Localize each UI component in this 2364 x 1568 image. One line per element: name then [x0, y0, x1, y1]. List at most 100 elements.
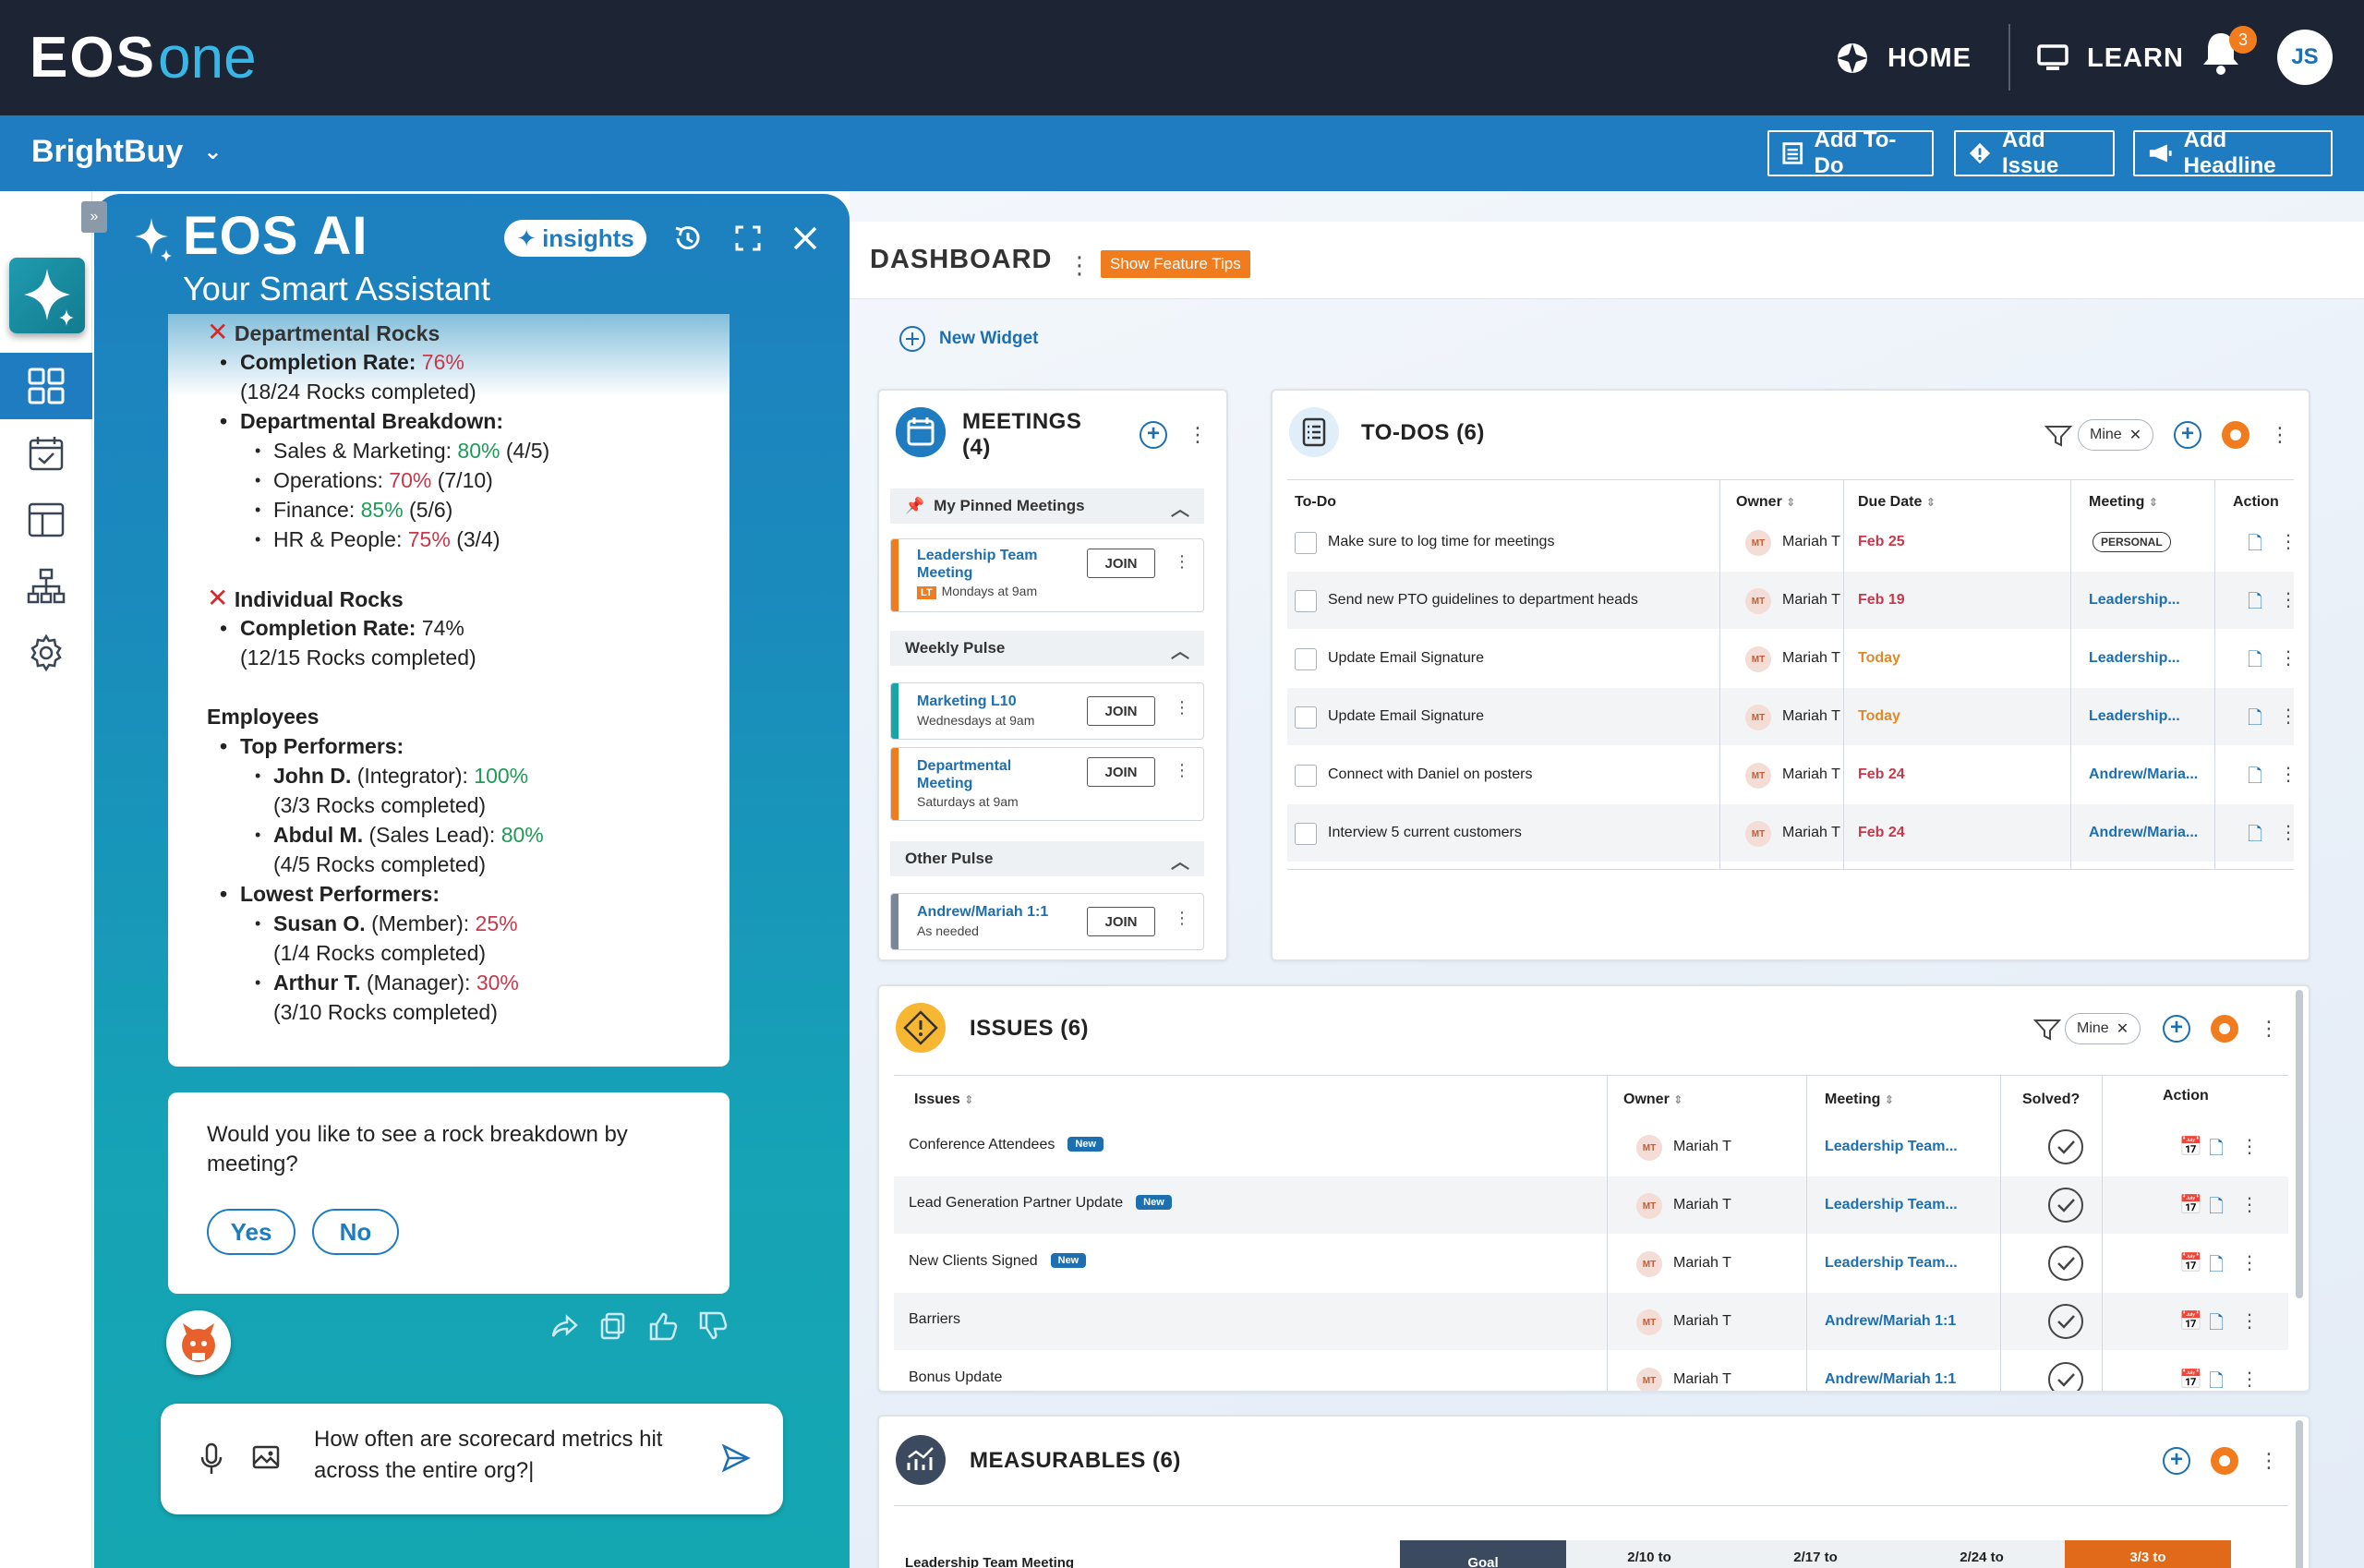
eos-wheel-icon[interactable] [2211, 1447, 2238, 1475]
col-header-todo[interactable]: To-Do [1295, 494, 1336, 511]
table-row[interactable]: Update Email Signature MT Mariah T Today Lea… [1287, 687, 2298, 745]
note-icon[interactable]: 🗋 [2209, 1368, 2224, 1391]
show-feature-tips-button[interactable]: Show Feature Tips [1101, 250, 1250, 278]
measurables-menu-icon[interactable]: ⋮ [2259, 1451, 2279, 1471]
note-icon[interactable]: 🗋 [2248, 763, 2262, 794]
issue-cell[interactable]: Barriers [909, 1311, 960, 1328]
note-icon[interactable]: 🗋 [2248, 821, 2262, 852]
todo-checkbox[interactable] [1295, 823, 1317, 845]
note-icon[interactable]: 🗋 [2248, 705, 2262, 736]
table-row[interactable]: Update Email Signature MT Mariah T Today Lea… [1287, 629, 2298, 687]
add-issue-widget-button[interactable]: + [2163, 1015, 2190, 1043]
meeting-item[interactable]: Andrew/Mariah 1:1 As needed JOIN ⋮ [890, 893, 1204, 950]
yes-button[interactable]: Yes [207, 1209, 296, 1255]
row-menu-icon[interactable]: ⋮ [2279, 763, 2298, 786]
add-todo-button[interactable]: Add To-Do [1767, 127, 1934, 178]
other-pulse-header[interactable]: Other Pulse ︿ [890, 841, 1204, 876]
note-icon[interactable]: 🗋 [2209, 1251, 2224, 1283]
issue-cell[interactable]: Bonus Update [909, 1369, 1002, 1386]
note-icon[interactable]: 🗋 [2209, 1193, 2224, 1224]
copy-icon[interactable] [597, 1309, 630, 1343]
todo-checkbox[interactable] [1295, 706, 1317, 729]
sidebar-item-dashboard[interactable] [0, 353, 92, 419]
sidebar-item-layout[interactable] [26, 500, 66, 540]
pinned-meetings-header[interactable]: 📌 My Pinned Meetings ︿ [890, 488, 1204, 524]
note-icon[interactable]: 🗋 [2209, 1135, 2224, 1166]
meeting-name[interactable]: Departmental Meeting [917, 757, 1037, 792]
meetings-menu-icon[interactable]: ⋮ [1188, 425, 1208, 445]
issue-cell[interactable]: New Clients Signed New [909, 1253, 1087, 1270]
mine-filter-chip[interactable]: Mine ✕ [2065, 1013, 2141, 1044]
todo-checkbox[interactable] [1295, 765, 1317, 787]
meeting-link[interactable]: Leadership Team... [1825, 1255, 1958, 1272]
join-button[interactable]: JOIN [1087, 757, 1155, 787]
meeting-link[interactable]: Leadership Team... [1825, 1139, 1958, 1155]
todos-menu-icon[interactable]: ⋮ [2270, 425, 2290, 445]
row-menu-icon[interactable]: ⋮ [2279, 705, 2298, 728]
row-menu-icon[interactable]: ⋮ [2240, 1135, 2259, 1158]
eos-wheel-icon[interactable] [2211, 1015, 2238, 1043]
expand-icon[interactable] [730, 220, 766, 257]
meeting-link[interactable]: Leadership... [2089, 708, 2180, 725]
sidebar-item-settings[interactable] [26, 633, 66, 673]
issues-scrollbar[interactable] [2296, 990, 2303, 1298]
org-switcher[interactable]: BrightBuy ⌄ [31, 134, 222, 170]
todo-text[interactable]: Send new PTO guidelines to department he… [1328, 592, 1638, 609]
table-row[interactable]: Lead Generation Partner Update New MT Maria… [894, 1176, 2288, 1234]
meeting-item[interactable]: Departmental Meeting Saturdays at 9am JO… [890, 747, 1204, 821]
col-header-meeting[interactable]: Meeting ⇕ [2089, 494, 2158, 511]
share-icon[interactable] [549, 1309, 582, 1343]
table-row[interactable]: Connect with Daniel on posters MT Mariah T… [1287, 745, 2298, 803]
no-button[interactable]: No [312, 1209, 399, 1255]
meeting-link[interactable]: Andrew/Mariah 1:1 [1825, 1371, 1956, 1388]
issue-text[interactable]: Lead Generation Partner Update [909, 1195, 1123, 1211]
note-icon[interactable]: 🗋 [2209, 1309, 2224, 1341]
table-row[interactable]: Interview 5 current customers MT Mariah T F… [1287, 803, 2298, 862]
close-icon[interactable]: ✕ [2117, 1019, 2129, 1038]
row-menu-icon[interactable]: ⋮ [2279, 588, 2298, 611]
note-icon[interactable]: 🗋 [2248, 588, 2262, 620]
dashboard-menu-icon[interactable]: ⋮ [1067, 251, 1092, 280]
solved-check-button[interactable] [2048, 1362, 2083, 1391]
sidebar-item-org-chart[interactable] [26, 566, 66, 607]
row-menu-icon[interactable]: ⋮ [2279, 646, 2298, 669]
calendar-icon[interactable]: 📅 [2179, 1251, 2202, 1274]
todo-checkbox[interactable] [1295, 648, 1317, 670]
image-icon[interactable] [251, 1442, 281, 1472]
prompt-text[interactable]: How often are scorecard metrics hit acro… [314, 1424, 702, 1487]
add-measurable-button[interactable]: + [2163, 1447, 2190, 1475]
meeting-name[interactable]: Leadership Team Meeting [917, 547, 1074, 582]
close-icon[interactable] [787, 220, 824, 257]
issue-cell[interactable]: Conference Attendees New [909, 1137, 1104, 1153]
table-row[interactable]: Barriers MT Mariah T Andrew/Mariah 1:1 📅 🗋 ⋮ [894, 1292, 2288, 1350]
user-avatar[interactable]: JS [2277, 30, 2333, 85]
solved-check-button[interactable] [2048, 1188, 2083, 1223]
filter-icon[interactable] [2044, 424, 2072, 448]
join-button[interactable]: JOIN [1087, 549, 1155, 578]
filter-icon[interactable] [2033, 1018, 2061, 1042]
ai-assistant-launcher[interactable] [9, 258, 85, 333]
home-nav-link[interactable]: HOME [1836, 32, 1972, 84]
meeting-link[interactable]: Leadership... [2089, 650, 2180, 667]
todo-checkbox[interactable] [1295, 590, 1317, 612]
meeting-menu-icon[interactable]: ⋮ [1174, 552, 1190, 572]
send-icon[interactable] [720, 1442, 752, 1474]
insights-toggle[interactable]: ✦ insights [504, 220, 646, 257]
col-header-due-date[interactable]: Due Date ⇕ [1858, 494, 1936, 511]
todo-text[interactable]: Connect with Daniel on posters [1328, 766, 1532, 783]
add-meeting-button[interactable]: + [1140, 421, 1167, 449]
thumbs-up-icon[interactable] [646, 1309, 680, 1343]
issues-menu-icon[interactable]: ⋮ [2259, 1019, 2279, 1039]
issue-text[interactable]: New Clients Signed [909, 1253, 1038, 1269]
eos-wheel-icon[interactable] [2222, 421, 2249, 449]
calendar-icon[interactable]: 📅 [2179, 1309, 2202, 1333]
todo-text[interactable]: Update Email Signature [1328, 650, 1484, 667]
calendar-icon[interactable]: 📅 [2179, 1135, 2202, 1158]
issue-text[interactable]: Bonus Update [909, 1369, 1002, 1385]
todo-checkbox[interactable] [1295, 532, 1317, 554]
join-button[interactable]: JOIN [1087, 696, 1155, 726]
meeting-name[interactable]: Andrew/Mariah 1:1 [917, 903, 1048, 921]
todo-text[interactable]: Make sure to log time for meetings [1328, 534, 1554, 550]
note-icon[interactable]: 🗋 [2248, 530, 2262, 561]
meeting-item[interactable]: Marketing L10 Wednesdays at 9am JOIN ⋮ [890, 682, 1204, 740]
